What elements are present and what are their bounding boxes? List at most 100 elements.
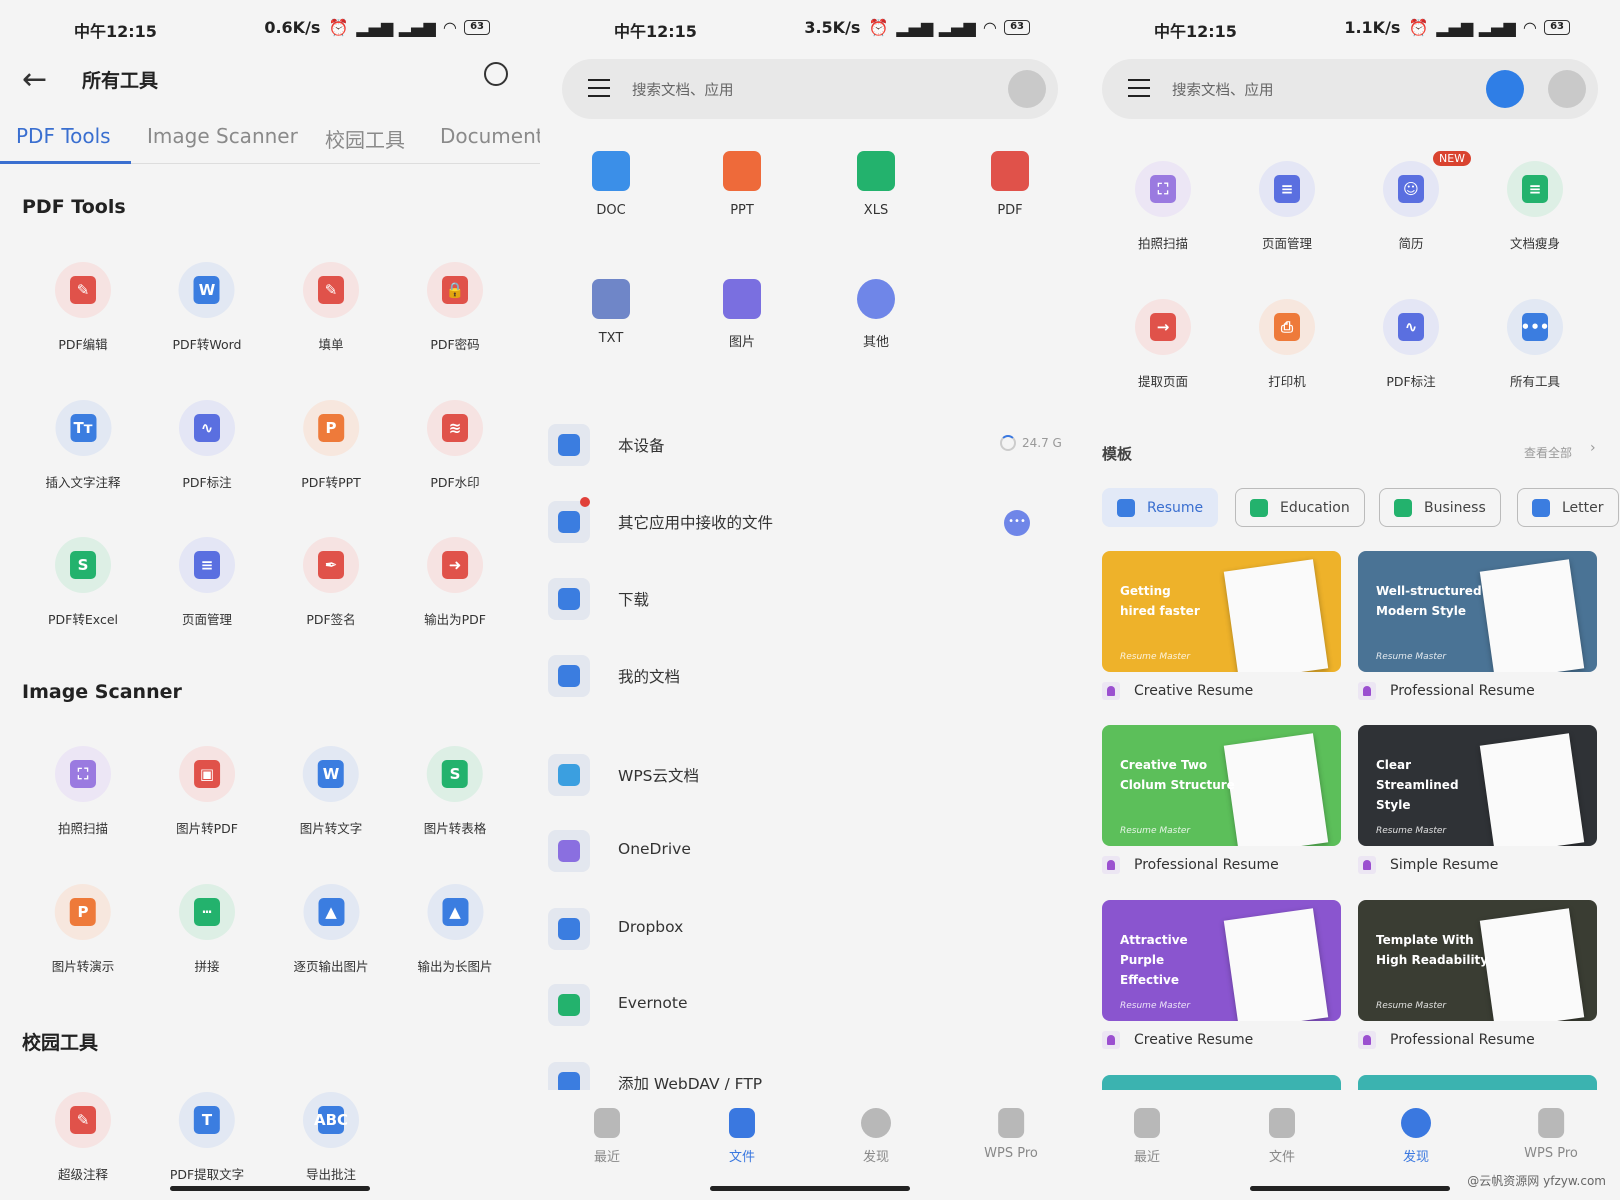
file-type-PPT[interactable]: PPT [723,151,761,218]
chip-resume[interactable]: Resume [1102,488,1219,527]
tool-item[interactable]: ≡ 文档瘦身 [1507,161,1563,252]
tool-item[interactable]: ≡ 页面管理 [1259,161,1315,252]
tab-0[interactable]: PDF Tools [16,124,111,148]
tool-item[interactable]: ⎙ 打印机 [1259,299,1315,390]
tool-item[interactable]: ABC 导出批注 [303,1092,359,1183]
nav-discover[interactable]: 发现 [861,1108,891,1165]
nav-recent[interactable]: 最近 [593,1108,620,1165]
tool-item[interactable]: → 提取页面 [1135,299,1191,390]
location-item[interactable]: 本设备 24.7 G [548,420,1068,472]
tool-item[interactable]: ••• 所有工具 [1507,299,1563,390]
file-type-图片[interactable]: 图片 [723,279,761,350]
tool-item[interactable]: ➜ 输出为PDF [424,537,486,628]
search-icon[interactable] [484,62,508,86]
wps-pro-lightning-icon[interactable] [1486,70,1524,108]
tool-item[interactable]: ▣ 图片转PDF [176,746,238,837]
chip-education[interactable]: Education [1235,488,1365,527]
tool-item[interactable]: ▲ 逐页输出图片 [293,884,369,975]
view-all-link[interactable]: 查看全部 [1524,444,1572,461]
tool-item[interactable]: W PDF转Word [173,262,241,353]
tool-item[interactable]: Tт 插入文字注释 [45,400,121,491]
export-pdf-icon: ➜ [441,551,468,579]
tool-item[interactable]: ✎ PDF编辑 [55,262,111,353]
tool-item[interactable]: ⛶ 拍照扫描 [1135,161,1191,252]
search-bar[interactable]: 搜索文档、应用 [1102,59,1598,119]
nav-files[interactable]: 文件 [1268,1108,1295,1165]
tab-1[interactable]: Image Scanner [147,124,298,148]
file-type-DOC[interactable]: DOC [592,151,630,218]
back-arrow-icon[interactable]: ← [22,62,47,97]
scan-icon: ⛶ [70,760,96,788]
tool-item[interactable]: ∿ PDF标注 [179,400,235,491]
alarm-icon: ⏰ [1408,18,1429,37]
tool-item[interactable]: ∿ PDF标注 [1383,299,1439,390]
tool-item[interactable]: ✒ PDF签名 [303,537,359,628]
search-input[interactable]: 搜索文档、应用 [632,79,734,100]
file-type-其他[interactable]: 其他 [857,279,895,350]
template-card[interactable]: Creative Two Clolum Structure Resume Mast… [1102,725,1341,846]
tool-item[interactable]: ⛶ 拍照扫描 [55,746,111,837]
template-caption[interactable]: Creative Resume [1102,682,1253,700]
image-to-text-circle: W [302,746,359,802]
tool-item[interactable]: ≡ 页面管理 [179,537,235,628]
tool-item[interactable]: S 图片转表格 [424,746,486,837]
discover-icon [861,1108,891,1138]
tab-3[interactable]: Document [440,124,540,148]
chip-letter[interactable]: Letter [1517,488,1619,527]
template-caption[interactable]: Professional Resume [1358,682,1535,700]
tool-item[interactable]: T PDF提取文字 [170,1092,244,1183]
file-type-PDF[interactable]: PDF [991,151,1029,218]
tool-item[interactable]: W 图片转文字 [300,746,362,837]
nav-files[interactable]: 文件 [728,1108,755,1165]
tool-item[interactable]: S PDF转Excel [48,537,118,628]
chip-business[interactable]: Business [1379,488,1501,527]
avatar[interactable] [1008,70,1046,108]
menu-icon[interactable] [1128,79,1150,97]
caption-text: Professional Resume [1390,683,1535,699]
search-input[interactable]: 搜索文档、应用 [1172,79,1274,100]
chevron-right-icon[interactable]: › [1590,440,1596,456]
extract-page-icon: → [1150,313,1176,341]
location-item[interactable]: Evernote [548,980,1068,1032]
nav-wps-pro[interactable]: WPS Pro [984,1108,1038,1161]
tool-item[interactable]: P 图片转演示 [52,884,114,975]
tab-2[interactable]: 校园工具 [325,124,405,153]
location-item[interactable]: 下载 [548,574,1068,626]
file-type-TXT[interactable]: TXT [592,279,630,346]
tool-item[interactable]: 🔒 PDF密码 [427,262,483,353]
tool-item[interactable]: ✎ 超级注释 [55,1092,111,1183]
template-card[interactable]: Attractive Purple Effective Resume Master [1102,900,1341,1021]
template-card[interactable]: Getting hired faster Resume Master [1102,551,1341,672]
menu-icon[interactable] [588,79,610,97]
file-type-XLS[interactable]: XLS [857,151,895,218]
template-caption[interactable]: Professional Resume [1358,1031,1535,1049]
location-item[interactable]: Dropbox [548,904,1068,956]
template-caption[interactable]: Simple Resume [1358,856,1498,874]
location-item[interactable]: 我的文档 [548,651,1068,703]
tool-item[interactable]: ≋ PDF水印 [427,400,483,491]
template-card[interactable]: Template With High Readability Resume Mas… [1358,900,1597,1021]
nav-recent[interactable]: 最近 [1133,1108,1160,1165]
image-to-text-icon: W [317,760,344,788]
tool-item[interactable]: ☺ 简历 NEW [1383,151,1472,252]
more-options-icon[interactable]: ••• [1004,510,1030,536]
nav-wps-pro[interactable]: WPS Pro [1524,1108,1578,1161]
template-card[interactable]: Well-structured Modern Style Resume Maste… [1358,551,1597,672]
nav-discover[interactable]: 发现 [1401,1108,1431,1165]
location-item[interactable]: OneDrive [548,826,1068,878]
tool-item[interactable]: P PDF转PPT [301,400,361,491]
template-card[interactable]: Clear Streamlined Style Resume Master [1358,725,1597,846]
lock-icon: 🔒 [442,276,468,304]
template-caption[interactable]: Creative Resume [1102,1031,1253,1049]
tool-item[interactable]: ✎ 填单 [303,262,359,353]
location-item[interactable]: WPS云文档 [548,750,1068,802]
pdf-edit-icon: ✎ [70,276,96,304]
search-bar[interactable]: 搜索文档、应用 [562,59,1058,119]
user-icon [1358,682,1376,700]
location-item[interactable]: 其它应用中接收的文件 ••• [548,497,1068,549]
tool-item[interactable]: ┅ 拼接 [179,884,235,975]
template-caption[interactable]: Professional Resume [1102,856,1279,874]
tool-item[interactable]: ▲ 输出为长图片 [417,884,493,975]
location-label: 本设备 [618,437,665,455]
avatar[interactable] [1548,70,1586,108]
